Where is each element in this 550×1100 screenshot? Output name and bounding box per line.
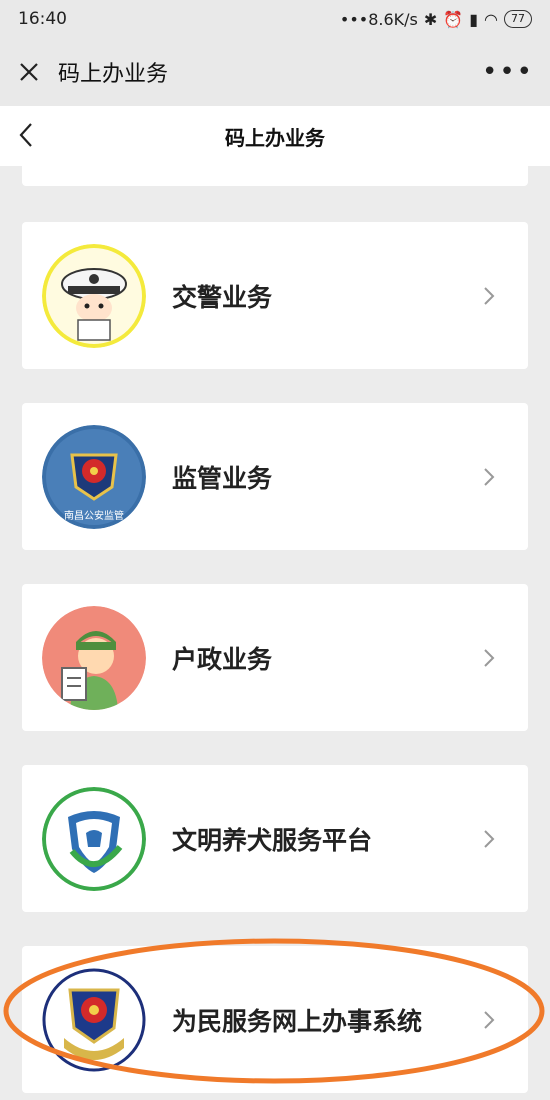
service-card-supervision[interactable]: 南昌公安监管 监管业务 <box>22 403 528 550</box>
top-nav-bar: 码上办业务 ••• <box>0 38 550 106</box>
household-registration-icon <box>42 605 146 710</box>
service-card-traffic-police[interactable]: 交警业务 <box>22 222 528 369</box>
bluetooth-icon: ✱ <box>423 9 438 29</box>
alarm-icon: ⏰ <box>443 9 464 29</box>
chevron-right-icon <box>484 829 495 848</box>
service-label: 户政业务 <box>172 644 273 674</box>
back-arrow-icon[interactable] <box>16 120 42 152</box>
status-time: 16:40 <box>18 9 67 29</box>
page-title: 码上办业务 <box>225 125 325 150</box>
wifi-icon: ◠ <box>484 9 498 29</box>
more-menu-icon[interactable]: ••• <box>482 59 534 85</box>
status-bar: 16:40 •••8.6K/s ✱ ⏰ ▮ ◠ 77 <box>0 0 550 38</box>
service-list: 交警业务 南昌公安监管 监管业务 户政业务 文明养犬服务平台 为民服务网上办事系… <box>0 166 550 1100</box>
service-label: 交警业务 <box>172 282 273 312</box>
traffic-police-icon <box>42 243 146 348</box>
service-label: 文明养犬服务平台 <box>172 825 373 855</box>
service-label: 为民服务网上办事系统 <box>172 1006 423 1036</box>
police-badge-icon: 南昌公安监管 <box>42 424 146 529</box>
service-card-previous[interactable] <box>22 166 528 186</box>
chevron-right-icon <box>484 467 495 486</box>
status-icons: •••8.6K/s ✱ ⏰ ▮ ◠ 77 <box>340 10 532 29</box>
battery-icon: 77 <box>504 10 532 28</box>
service-card-household[interactable]: 户政业务 <box>22 584 528 731</box>
service-label: 监管业务 <box>172 463 273 493</box>
chevron-right-icon <box>484 1010 495 1029</box>
chevron-right-icon <box>484 286 495 305</box>
dog-shield-icon <box>42 786 146 891</box>
page-header: 码上办业务 <box>0 106 550 166</box>
service-card-dog-registration[interactable]: 文明养犬服务平台 <box>22 765 528 912</box>
service-card-online-services[interactable]: 为民服务网上办事系统 <box>22 946 528 1093</box>
badge-caption: 南昌公安监管 <box>64 509 124 522</box>
chevron-right-icon <box>484 648 495 667</box>
close-icon[interactable] <box>16 59 42 85</box>
police-emblem-icon <box>42 968 146 1072</box>
network-speed: •••8.6K/s <box>339 9 418 29</box>
signal-icon: ▮ <box>469 9 479 29</box>
nav-title: 码上办业务 <box>58 62 169 87</box>
